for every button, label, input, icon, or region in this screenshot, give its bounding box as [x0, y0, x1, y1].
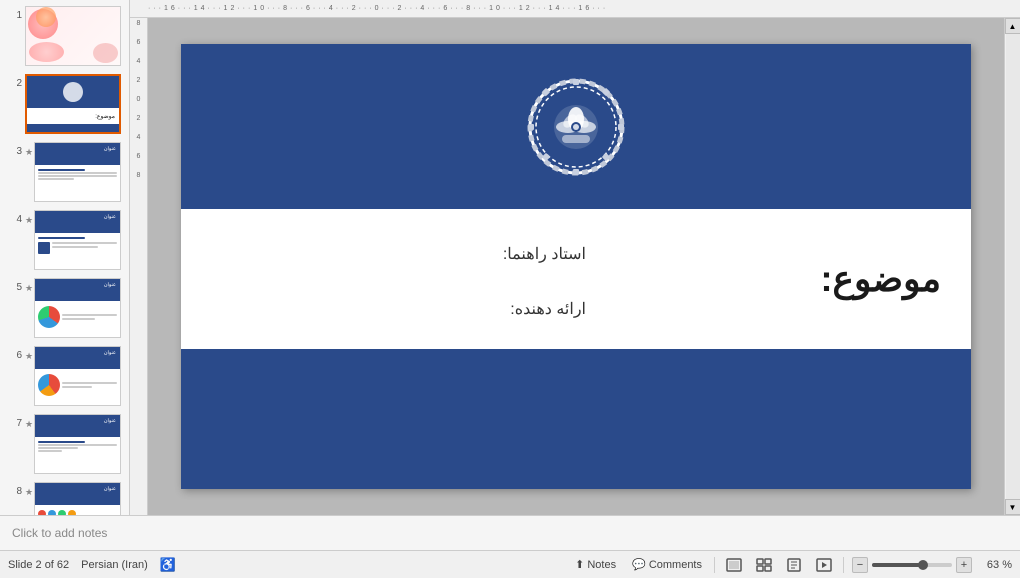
- slide-thumb-box-2[interactable]: موضوع:: [25, 74, 121, 134]
- notes-button[interactable]: ⬆ Notes: [571, 556, 620, 573]
- zoom-out-btn[interactable]: −: [852, 557, 868, 573]
- slide-canvas: موضوع: استاد راهنما: ارائه دهنده:: [181, 44, 971, 489]
- ruler-container: ···16···14···12···10···8···6···4···2···0…: [130, 0, 1020, 515]
- status-right: ⬆ Notes 💬 Comments: [571, 555, 1012, 575]
- main-area: 1 2 موضوع: [0, 0, 1020, 515]
- star-icon-5: ★: [25, 283, 33, 294]
- zoom-slider[interactable]: − +: [852, 557, 972, 573]
- ruler-h-content: ···16···14···12···10···8···6···4···2···0…: [148, 5, 608, 12]
- slide-middle-band: موضوع: استاد راهنما: ارائه دهنده:: [181, 209, 971, 349]
- star-icon-3: ★: [25, 147, 33, 158]
- star-icon-8: ★: [25, 487, 33, 498]
- slide-num-8: 8: [8, 486, 22, 497]
- notes-icon: ⬆: [575, 558, 584, 571]
- ruler-v-content: 8 6 4 2 0 2 4 6 8: [137, 18, 141, 179]
- slide-presenter: ارائه دهنده:: [510, 299, 586, 319]
- reading-view-btn[interactable]: [783, 555, 805, 575]
- status-divider-1: [714, 557, 715, 573]
- scroll-track[interactable]: [1006, 34, 1020, 499]
- star-icon-6: ★: [25, 351, 33, 362]
- comments-button[interactable]: 💬 Comments: [628, 556, 706, 573]
- slide-thumb-box-8[interactable]: عنوان: [34, 482, 121, 515]
- notes-area[interactable]: Click to add notes: [0, 515, 1020, 550]
- slide-thumb-5[interactable]: 5 ★ عنوان: [6, 276, 123, 340]
- slide-thumb-2[interactable]: 2 موضوع:: [6, 72, 123, 136]
- slide-num-6: 6: [8, 350, 22, 361]
- scroll-down-arrow[interactable]: ▼: [1005, 499, 1020, 515]
- notes-label: Notes: [587, 559, 616, 571]
- right-scrollbar: ▲ ▼: [1004, 18, 1020, 515]
- status-bar: Slide 2 of 62 Persian (Iran) ♿ ⬆ Notes 💬…: [0, 550, 1020, 578]
- zoom-bar[interactable]: [872, 563, 952, 567]
- slide-thumb-box-4[interactable]: عنوان: [34, 210, 121, 270]
- app-container: 1 2 موضوع: [0, 0, 1020, 578]
- slide-count: Slide 2 of 62: [8, 559, 69, 571]
- language-indicator: Persian (Iran): [81, 559, 148, 571]
- slide-num-3: 3: [8, 146, 22, 157]
- slide-panel-scroll[interactable]: 1 2 موضوع: [0, 0, 129, 515]
- university-logo: [526, 77, 626, 177]
- star-icon-4: ★: [25, 215, 33, 226]
- slide-thumb-box-7[interactable]: عنوان: [34, 414, 121, 474]
- zoom-in-btn[interactable]: +: [956, 557, 972, 573]
- slide-canvas-area[interactable]: موضوع: استاد راهنما: ارائه دهنده:: [148, 18, 1004, 515]
- accessibility-icon: ♿: [160, 557, 176, 573]
- status-left: Slide 2 of 62 Persian (Iran) ♿: [8, 557, 176, 573]
- slide-thumb-box-1[interactable]: [25, 6, 121, 66]
- slide-panel: 1 2 موضوع: [0, 0, 130, 515]
- slide-thumb-3[interactable]: 3 ★ عنوان: [6, 140, 123, 204]
- slide-thumb-6[interactable]: 6 ★ عنوان: [6, 344, 123, 408]
- slide-thumb-box-6[interactable]: عنوان: [34, 346, 121, 406]
- slide-thumb-8[interactable]: 8 ★ عنوان: [6, 480, 123, 515]
- slide-bottom-band: [181, 349, 971, 489]
- slide-thumb-box-3[interactable]: عنوان: [34, 142, 121, 202]
- slide-thumb-4[interactable]: 4 ★ عنوان: [6, 208, 123, 272]
- star-icon-7: ★: [25, 419, 33, 430]
- comments-icon: 💬: [632, 558, 646, 571]
- comments-label: Comments: [649, 559, 702, 571]
- accessibility-icon-btn[interactable]: ♿: [160, 557, 176, 573]
- zoom-indicator: [918, 560, 928, 570]
- ruler-horizontal: ···16···14···12···10···8···6···4···2···0…: [130, 0, 1020, 18]
- slide-num-2: 2: [8, 78, 22, 89]
- slide-num-1: 1: [8, 10, 22, 21]
- slide-title: موضوع:: [820, 258, 941, 300]
- slide-num-7: 7: [8, 418, 22, 429]
- slide-work-area: 8 6 4 2 0 2 4 6 8: [130, 18, 1020, 515]
- slide-thumb-box-5[interactable]: عنوان: [34, 278, 121, 338]
- slide-thumb-7[interactable]: 7 ★ عنوان: [6, 412, 123, 476]
- slide-instructor: استاد راهنما:: [503, 244, 586, 264]
- ruler-vertical: 8 6 4 2 0 2 4 6 8: [130, 18, 148, 515]
- zoom-percent[interactable]: 63 %: [980, 559, 1012, 571]
- normal-view-btn[interactable]: [723, 555, 745, 575]
- slideshow-btn[interactable]: [813, 555, 835, 575]
- slide-top-band: [181, 44, 971, 209]
- status-divider-2: [843, 557, 844, 573]
- notes-placeholder: Click to add notes: [12, 526, 107, 540]
- zoom-bar-fill: [872, 563, 920, 567]
- slide-num-4: 4: [8, 214, 22, 225]
- grid-view-btn[interactable]: [753, 555, 775, 575]
- slide-num-5: 5: [8, 282, 22, 293]
- slide-thumb-1[interactable]: 1: [6, 4, 123, 68]
- scroll-up-arrow[interactable]: ▲: [1005, 18, 1020, 34]
